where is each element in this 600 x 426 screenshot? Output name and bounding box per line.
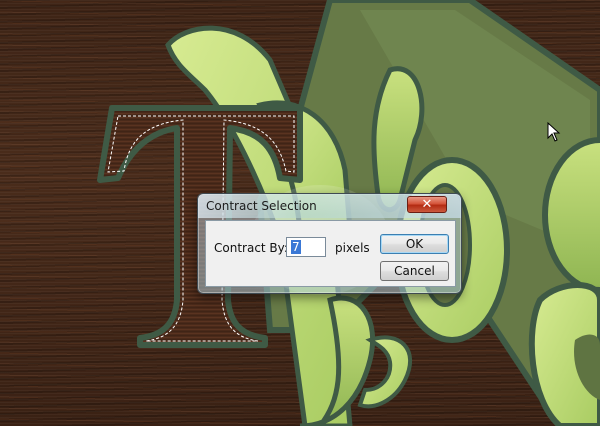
dialog-titlebar[interactable]: Contract Selection ✕ bbox=[198, 194, 461, 218]
contract-by-label: Contract By: bbox=[214, 241, 288, 255]
units-label: pixels bbox=[335, 241, 370, 255]
ok-button[interactable]: OK bbox=[380, 234, 449, 254]
contract-selection-dialog: Contract Selection ✕ Contract By: 7 pixe… bbox=[197, 193, 462, 294]
dialog-title: Contract Selection bbox=[206, 199, 317, 213]
selected-value-highlight: 7 bbox=[291, 240, 301, 254]
close-button[interactable]: ✕ bbox=[407, 196, 447, 213]
mouse-pointer-icon bbox=[547, 122, 561, 142]
close-icon: ✕ bbox=[421, 197, 433, 212]
dialog-body: Contract By: 7 pixels OK Cancel bbox=[205, 220, 456, 287]
cancel-button[interactable]: Cancel bbox=[380, 261, 449, 281]
